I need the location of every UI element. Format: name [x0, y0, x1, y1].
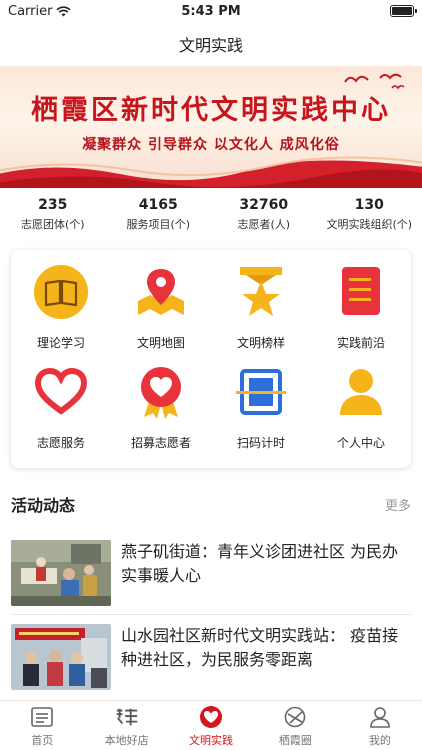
document-icon	[333, 264, 389, 320]
tab-label: 文明实践	[189, 734, 234, 747]
grid-item-label: 文明榜样	[236, 336, 285, 350]
grid-item-label: 志愿服务	[36, 436, 85, 450]
scan-icon	[233, 364, 289, 420]
stat-label: 文明实践组织(个)	[326, 218, 413, 231]
status-time: 5:43 PM	[181, 4, 241, 19]
stat-label: 志愿者(人)	[237, 218, 291, 231]
grid-item-recruit-volunteers[interactable]: 招募志愿者	[111, 364, 211, 464]
heart-badge-icon	[133, 364, 189, 420]
stat-volunteers: 32760 志愿者(人)	[211, 196, 317, 242]
news-title: 山水园社区新时代文明实践站： 疫苗接种进社区，为民服务零距离	[121, 626, 399, 669]
stat-service-projects: 4165 服务项目(个)	[106, 196, 212, 242]
book-icon	[33, 264, 89, 320]
tab-label: 栖霞圈	[278, 734, 312, 747]
grid-item-civic-map[interactable]: 文明地图	[111, 264, 211, 364]
store-icon	[115, 705, 139, 729]
status-bar: Carrier 5:43 PM	[0, 0, 422, 24]
grid-item-theory-study[interactable]: 理论学习	[11, 264, 111, 364]
stats-row: 235 志愿团体(个) 4165 服务项目(个) 32760 志愿者(人) 13…	[0, 196, 422, 242]
stat-value: 4165	[138, 197, 178, 213]
grid-item-practice-frontier[interactable]: 实践前沿	[311, 264, 411, 364]
stat-label: 服务项目(个)	[126, 218, 191, 231]
grid-item-role-models[interactable]: 文明榜样	[211, 264, 311, 364]
stat-value: 235	[38, 197, 68, 213]
tab-mine[interactable]: 我的	[338, 701, 422, 750]
tab-qixia-circle[interactable]: 栖霞圈	[253, 701, 337, 750]
grid-item-label: 文明地图	[136, 336, 185, 350]
tab-home[interactable]: 首页	[0, 701, 84, 750]
profile-icon	[368, 705, 392, 729]
nav-bar: 文明实践	[0, 24, 422, 64]
grid-item-label: 扫码计时	[236, 436, 285, 450]
grid-item-label: 个人中心	[336, 436, 385, 450]
map-pin-icon	[133, 264, 189, 320]
person-icon	[333, 364, 389, 420]
grid-item-personal-center[interactable]: 个人中心	[311, 364, 411, 464]
more-link[interactable]: 更多	[385, 495, 411, 514]
banner-waves	[0, 156, 422, 188]
news-thumbnail	[11, 624, 111, 690]
stat-practice-orgs: 130 文明实践组织(个)	[317, 196, 422, 242]
activity-section-header: 活动动态 更多	[11, 492, 411, 516]
star-medal-icon	[233, 264, 289, 320]
news-title: 燕子矶街道：青年义诊团进社区 为民办实事暖人心	[121, 542, 399, 585]
grid-item-scan-timing[interactable]: 扫码计时	[211, 364, 311, 464]
news-item[interactable]: 燕子矶街道：青年义诊团进社区 为民办实事暖人心	[11, 540, 411, 606]
tab-civic-practice[interactable]: 文明实践	[169, 701, 253, 750]
grid-item-label: 招募志愿者	[130, 436, 191, 450]
section-title: 活动动态	[11, 496, 76, 515]
tab-label: 首页	[31, 734, 54, 747]
stat-value: 130	[354, 197, 384, 213]
heart-hand-icon	[33, 364, 89, 420]
tab-label: 本地好店	[104, 734, 149, 747]
banner[interactable]: 栖霞区新时代文明实践中心 凝聚群众 引导群众 以文化人 成风化俗	[0, 66, 422, 188]
heart-icon	[199, 705, 223, 729]
news-divider	[11, 614, 411, 615]
stat-value: 32760	[239, 197, 289, 213]
grid-item-label: 理论学习	[36, 336, 85, 350]
grid-item-volunteer-service[interactable]: 志愿服务	[11, 364, 111, 464]
news-thumbnail	[11, 540, 111, 606]
stat-volunteer-groups: 235 志愿团体(个)	[0, 196, 106, 242]
tab-bar: 首页 本地好店 文明实践 栖霞圈 我的	[0, 700, 422, 750]
tab-label: 我的	[368, 734, 391, 747]
circle-icon	[283, 705, 307, 729]
banner-title: 栖霞区新时代文明实践中心	[31, 95, 391, 126]
news-item[interactable]: 山水园社区新时代文明实践站： 疫苗接种进社区，为民服务零距离	[11, 624, 411, 690]
feature-grid-card: 理论学习 文明地图 文明榜样 实践前沿 志愿服务 招募志愿者 扫码计时 个人中心	[11, 250, 411, 468]
grid-item-label: 实践前沿	[336, 336, 385, 350]
stat-label: 志愿团体(个)	[20, 218, 85, 231]
page-title: 文明实践	[178, 36, 243, 55]
home-icon	[30, 705, 54, 729]
banner-subtitle: 凝聚群众 引导群众 以文化人 成风化俗	[82, 137, 340, 153]
battery-icon	[390, 5, 417, 17]
tab-local-shops[interactable]: 本地好店	[84, 701, 168, 750]
